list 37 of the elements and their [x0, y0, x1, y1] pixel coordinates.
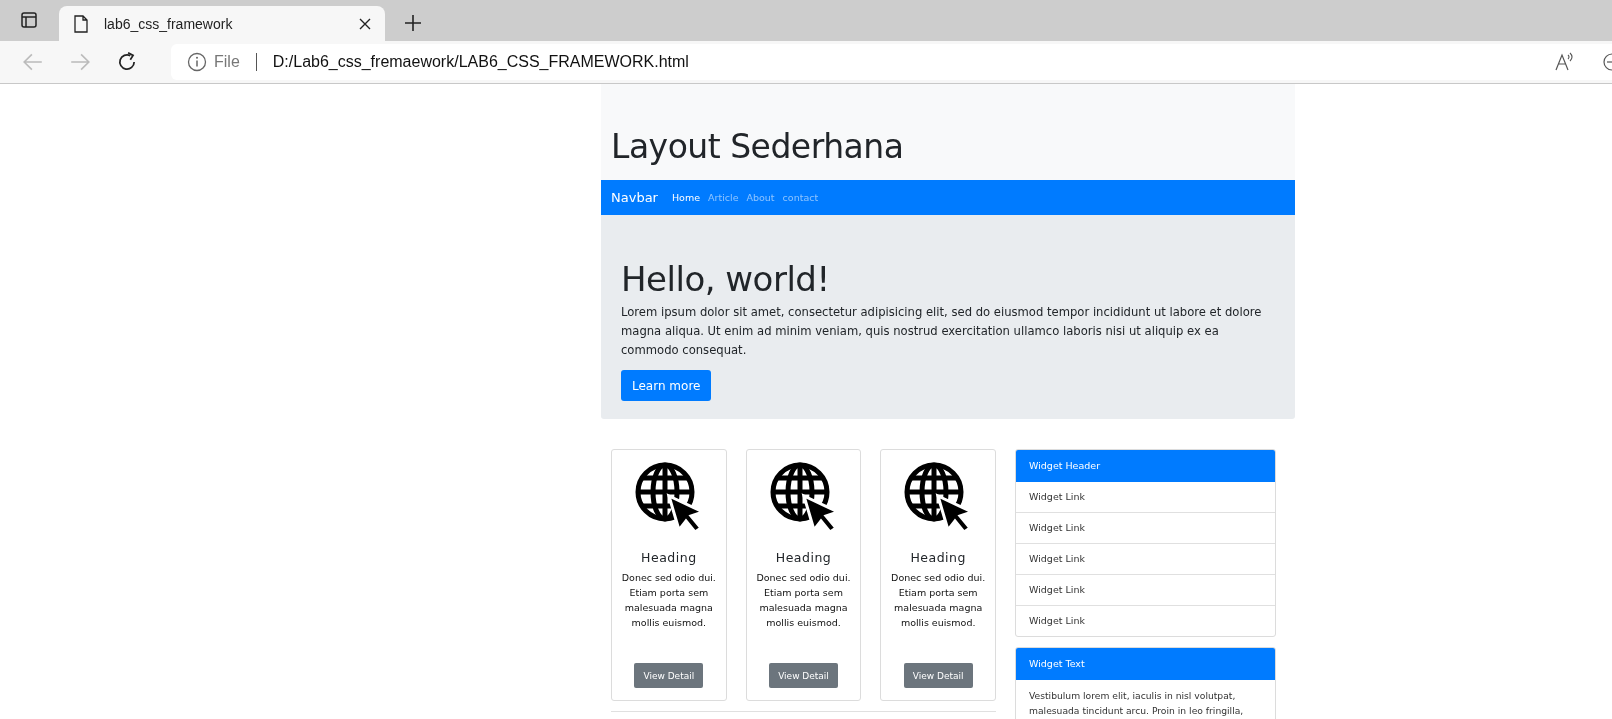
widget-link[interactable]: Widget Link — [1016, 512, 1275, 543]
widget-header: Widget Text — [1016, 648, 1275, 680]
info-icon[interactable] — [187, 52, 207, 72]
read-aloud-icon[interactable] — [1554, 52, 1576, 72]
zoom-out-icon[interactable] — [1602, 52, 1612, 72]
widget-link[interactable]: Widget Link — [1016, 543, 1275, 574]
jumbotron-text: Lorem ipsum dolor sit amet, consectetur adipisicing elit, sed do eiusmod tempor incididunt ut labore et dolore magna aliqua. Ut enim ad minim veniam, quis nostrud exercitation ullamco laboris nisi ut aliquip ex ea commodo consequat. — [621, 304, 1263, 359]
view-detail-button[interactable]: View Detail — [903, 663, 973, 688]
new-tab-icon[interactable] — [404, 14, 422, 32]
card-text: Donec sed odio dui. Etiam porta sem malesuada magna mollis euismod. — [620, 571, 717, 630]
card-heading: Heading — [775, 550, 832, 565]
jumbotron-title: Hello, world! — [621, 259, 831, 299]
close-icon[interactable] — [359, 17, 371, 30]
learn-more-button[interactable]: Learn more — [621, 370, 712, 401]
refresh-icon[interactable] — [116, 51, 138, 73]
widget-link[interactable]: Widget Link — [1016, 482, 1275, 512]
widget-text-line: Vestibulum lorem elit, iaculis in nisl volutpat, — [1029, 689, 1237, 703]
card-heading: Heading — [910, 550, 966, 565]
card-heading: Heading — [641, 550, 697, 565]
browser-tab[interactable]: lab6_css_framework — [59, 6, 385, 41]
address-bar[interactable]: File D:/Lab6_css_fremaework/LAB6_CSS_FRAMEWORK.html — [171, 44, 1612, 80]
nav-link[interactable]: Home — [671, 192, 700, 203]
card-text: Donec sed odio dui. Etiam porta sem malesuada magna mollis euismod. — [755, 571, 852, 630]
widget-text-line: malesuada tincidunt arcu. Proin in leo fringilla, — [1029, 704, 1245, 718]
widget-link[interactable]: Widget Link — [1016, 605, 1275, 636]
page-title: Layout Sederhana — [611, 127, 904, 166]
tab-actions-icon[interactable] — [20, 11, 38, 29]
navbar-brand[interactable]: Navbar — [611, 190, 658, 205]
url-text: D:/Lab6_css_fremaework/LAB6_CSS_FRAMEWORK.html — [272, 53, 689, 71]
widget-link[interactable]: Widget Link — [1016, 574, 1275, 605]
card-text: Donec sed odio dui. Etiam porta sem malesuada magna mollis euismod. — [890, 571, 987, 630]
page-icon — [74, 14, 88, 33]
view-detail-button[interactable]: View Detail — [634, 663, 704, 688]
url-scheme: File — [214, 53, 240, 71]
tab-title: lab6_css_framework — [104, 15, 234, 32]
widget-header: Widget Header — [1016, 450, 1275, 482]
view-detail-button[interactable]: View Detail — [769, 663, 838, 688]
